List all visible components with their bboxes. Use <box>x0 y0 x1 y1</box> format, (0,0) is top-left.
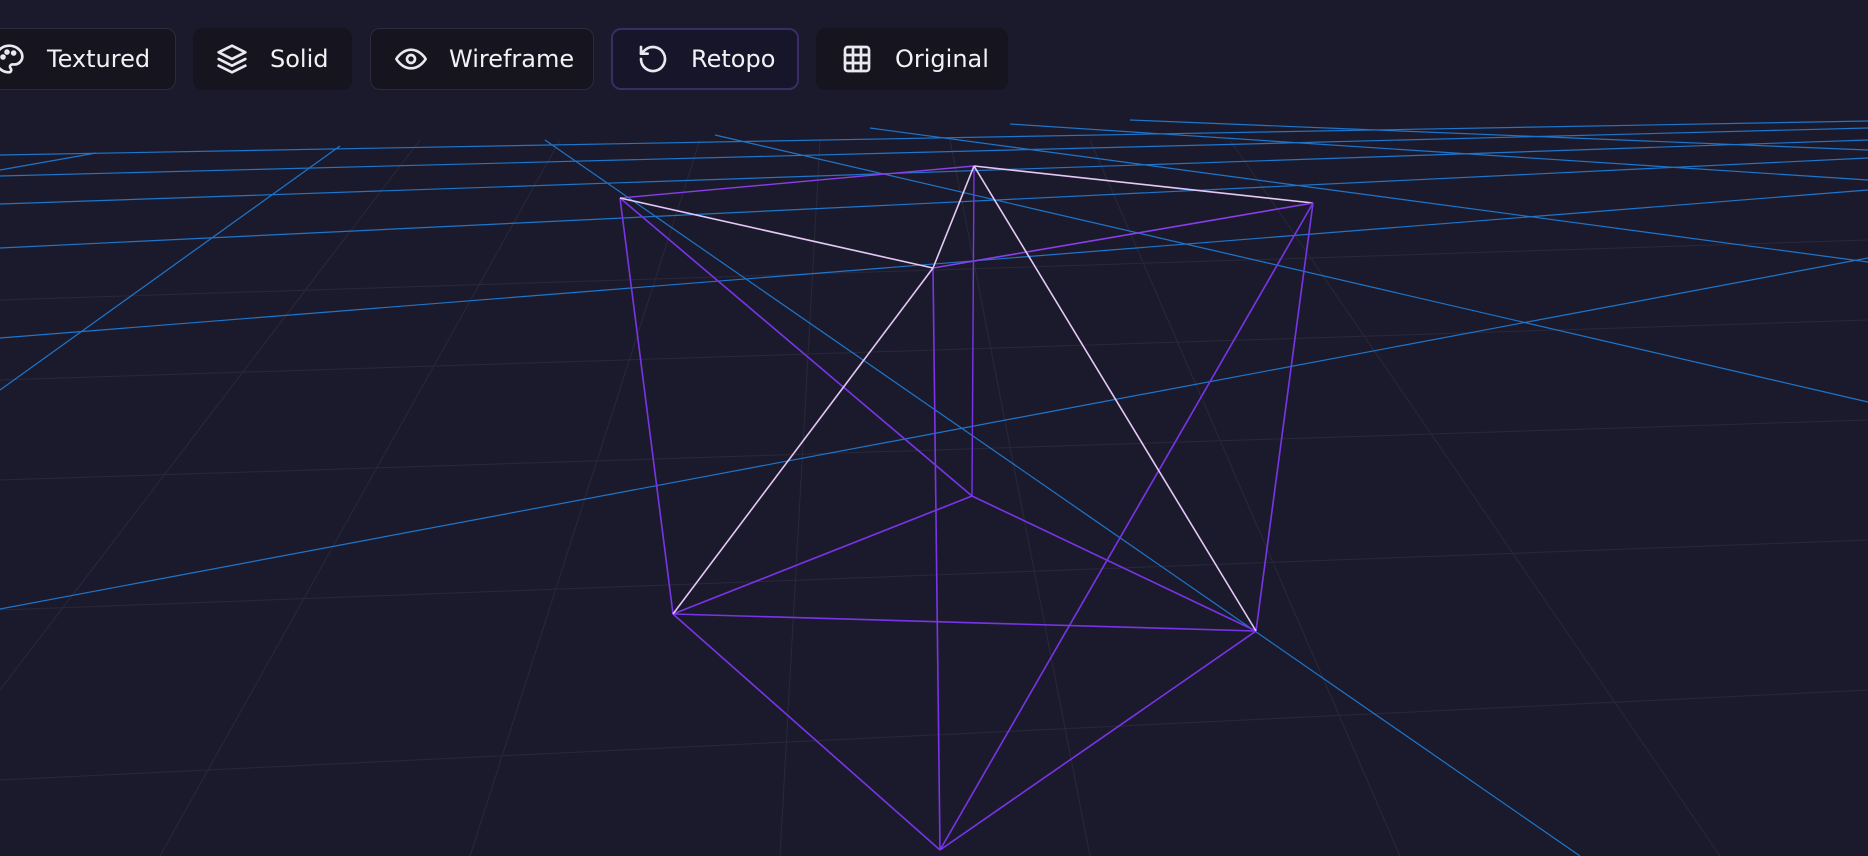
palette-icon <box>0 43 25 75</box>
wireframe-label: Wireframe <box>449 45 575 73</box>
wireframe-button[interactable]: Wireframe <box>370 28 594 90</box>
retopo-label: Retopo <box>691 45 776 73</box>
view-mode-toolbar: Textured Solid Wireframe Retopo Original <box>0 28 1868 92</box>
ground-grid <box>0 119 1868 856</box>
solid-label: Solid <box>270 45 329 73</box>
eye-icon <box>395 43 427 75</box>
original-button[interactable]: Original <box>816 28 1008 90</box>
original-label: Original <box>895 45 989 73</box>
layers-icon <box>216 43 248 75</box>
textured-label: Textured <box>47 45 151 73</box>
ground-grid-faint <box>0 139 1868 856</box>
grid-icon <box>841 43 873 75</box>
retopo-button[interactable]: Retopo <box>611 28 799 90</box>
solid-button[interactable]: Solid <box>193 28 352 90</box>
rotate-ccw-icon <box>637 43 669 75</box>
3d-viewport[interactable] <box>0 0 1868 856</box>
textured-button[interactable]: Textured <box>0 28 176 90</box>
